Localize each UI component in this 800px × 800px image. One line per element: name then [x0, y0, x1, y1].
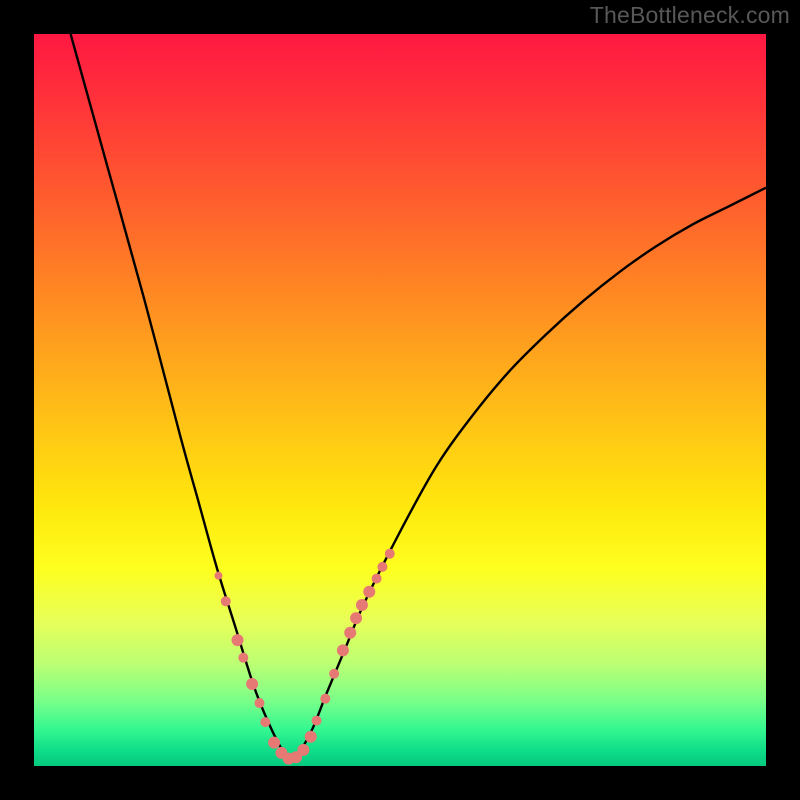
watermark-text: TheBottleneck.com [590, 2, 790, 29]
highlight-dot [312, 716, 322, 726]
highlight-dot [372, 574, 382, 584]
highlight-dot [268, 737, 280, 749]
highlight-dot [337, 644, 349, 656]
highlight-dot [356, 599, 368, 611]
highlight-dots [34, 34, 766, 766]
highlight-dot [377, 562, 387, 572]
highlight-dot [297, 744, 309, 756]
highlight-dot [221, 596, 231, 606]
highlight-dot [344, 627, 356, 639]
highlight-dot [363, 586, 375, 598]
highlight-dot [238, 653, 248, 663]
highlight-dot [329, 669, 339, 679]
highlight-dot [305, 731, 317, 743]
chart-frame: TheBottleneck.com [0, 0, 800, 800]
highlight-dot [385, 549, 395, 559]
highlight-dot [320, 694, 330, 704]
highlight-dot [232, 634, 244, 646]
highlight-dot [254, 698, 264, 708]
highlight-dot [350, 612, 362, 624]
highlight-dot [246, 678, 258, 690]
highlight-dot [214, 572, 222, 580]
highlight-dot [260, 717, 270, 727]
